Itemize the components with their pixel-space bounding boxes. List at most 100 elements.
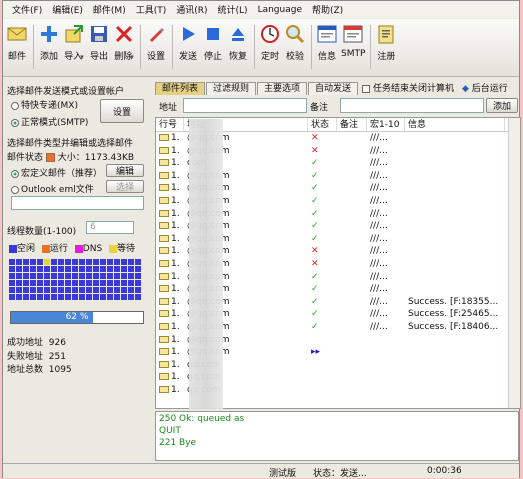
envelope-icon [159, 134, 169, 141]
info-cell [405, 208, 505, 221]
thread-cell [128, 266, 134, 272]
delete-button[interactable]: 删除▾ [113, 19, 135, 77]
eml-path-input[interactable] [11, 196, 144, 210]
thread-cell [93, 266, 99, 272]
thread-cell [16, 294, 22, 300]
thread-cell [16, 280, 22, 286]
send-button[interactable]: 发送 [177, 19, 199, 77]
tab-filter-rules[interactable]: 过滤规则 [206, 82, 257, 95]
add-button[interactable]: 添加 [38, 19, 60, 77]
row-number: 1. [156, 245, 184, 258]
success-icon: ✓ [311, 195, 319, 206]
thread-cell [37, 280, 43, 286]
choose-file-button[interactable]: 选择 [106, 180, 144, 193]
success-icon: ✓ [311, 208, 319, 219]
mode-fast-radio[interactable]: 特快专递(MX) [11, 98, 78, 111]
col-row-number[interactable]: 行号 [156, 118, 184, 131]
thread-cell [100, 287, 106, 293]
envelope-icon [159, 348, 169, 356]
status-cell: ✓ [308, 170, 337, 183]
account-settings-button[interactable]: 设置 [100, 99, 144, 123]
envelope-icon [159, 335, 169, 343]
tab-auto-send[interactable]: 自动发送 [308, 82, 359, 95]
info-cell [405, 283, 505, 296]
thread-cell [65, 259, 71, 265]
menu-mail[interactable]: 邮件(M) [88, 3, 131, 16]
thread-cell [44, 266, 50, 272]
edit-mail-button[interactable]: 编辑 [106, 164, 144, 177]
note-filter-input[interactable] [340, 98, 484, 113]
stop-button[interactable]: 停止 [202, 19, 224, 77]
threads-input[interactable]: 6 [86, 221, 134, 234]
envelope-icon [159, 222, 169, 230]
macro-cell: ///... [370, 321, 388, 332]
radio-icon [11, 169, 19, 178]
background-run-toggle[interactable]: ◆ 后台运行 [462, 83, 508, 95]
register-button[interactable]: 注册 [375, 19, 397, 77]
add-filter-button[interactable]: 添加 [486, 98, 518, 113]
mode-normal-radio[interactable]: 正常模式(SMTP) [11, 115, 88, 128]
menu-help[interactable]: 帮助(Z) [307, 3, 348, 16]
thread-cell [135, 294, 141, 300]
col-note[interactable]: 备注 [337, 118, 367, 131]
import-button[interactable]: 导入▾ [63, 19, 85, 77]
col-status[interactable]: 状态 [308, 118, 337, 131]
schedule-button[interactable]: 定时 [259, 19, 281, 77]
outlook-eml-radio[interactable]: Outlook eml文件 [11, 182, 94, 195]
envelope-icon [159, 146, 169, 154]
verify-button[interactable]: 校验 [284, 19, 306, 77]
macro-cell: ///... [370, 133, 388, 143]
tab-main-options[interactable]: 主要选项 [257, 82, 308, 95]
menu-stats[interactable]: 统计(L) [213, 3, 253, 16]
thread-cell [23, 294, 29, 300]
row-number: 1. [156, 359, 184, 372]
info-button[interactable]: 信息 [316, 19, 338, 77]
success-icon: ✓ [311, 158, 319, 169]
shutdown-checkbox[interactable]: 任务结束关闭计算机 [362, 83, 454, 95]
thread-cell [93, 280, 99, 286]
mail-button[interactable]: 邮件 [6, 19, 28, 77]
status-cell: ✕ [308, 145, 337, 158]
menu-file[interactable]: 文件(F) [7, 3, 47, 16]
menu-comm[interactable]: 通讯(R) [171, 3, 212, 16]
col-info[interactable]: 信息 [405, 118, 505, 131]
window-icon [316, 23, 338, 45]
col-macro[interactable]: 宏1-10 [367, 118, 405, 131]
menu-language[interactable]: Language [253, 5, 307, 15]
row-number: 1. [156, 182, 184, 195]
thread-cell [9, 287, 15, 293]
info-cell [405, 384, 505, 397]
envelope-icon [159, 310, 169, 318]
menu-tools[interactable]: 工具(T) [131, 3, 172, 16]
envelope-icon [159, 385, 169, 393]
tab-mail-list[interactable]: 邮件列表 [155, 82, 206, 95]
export-button[interactable]: 导出 [88, 19, 110, 77]
thread-cell [100, 259, 106, 265]
menu-edit[interactable]: 编辑(E) [47, 3, 88, 16]
note-cell [337, 245, 367, 258]
smtp-button[interactable]: SMTP [341, 19, 365, 77]
waiting-swatch-icon [109, 244, 118, 253]
thread-cell [16, 266, 22, 272]
address-filter-input[interactable] [183, 98, 307, 113]
macro-cell [367, 359, 405, 372]
fail-icon: ✕ [311, 145, 319, 156]
delete-icon [113, 23, 135, 45]
idle-swatch-icon [9, 244, 17, 253]
success-icon: ✓ [311, 284, 319, 295]
fail-icon: ✕ [311, 246, 319, 257]
note-cell [337, 308, 367, 321]
mode-title: 选择邮件发送模式或设置帐户 [7, 87, 125, 97]
vertical-scrollbar[interactable] [508, 118, 520, 408]
macro-cell: ///... [370, 309, 388, 320]
macro-mail-radio[interactable]: 宏定义邮件（推荐） [11, 166, 102, 179]
resume-button[interactable]: 恢复 [227, 19, 249, 77]
status-indicator-icon [45, 153, 55, 162]
settings-button[interactable]: 设置 [145, 19, 167, 77]
info-cell [405, 334, 505, 347]
thread-cell [79, 259, 85, 265]
info-cell [405, 233, 505, 246]
notepad-icon [375, 23, 397, 45]
radio-icon [11, 185, 19, 194]
success-icon: ✓ [311, 309, 319, 320]
